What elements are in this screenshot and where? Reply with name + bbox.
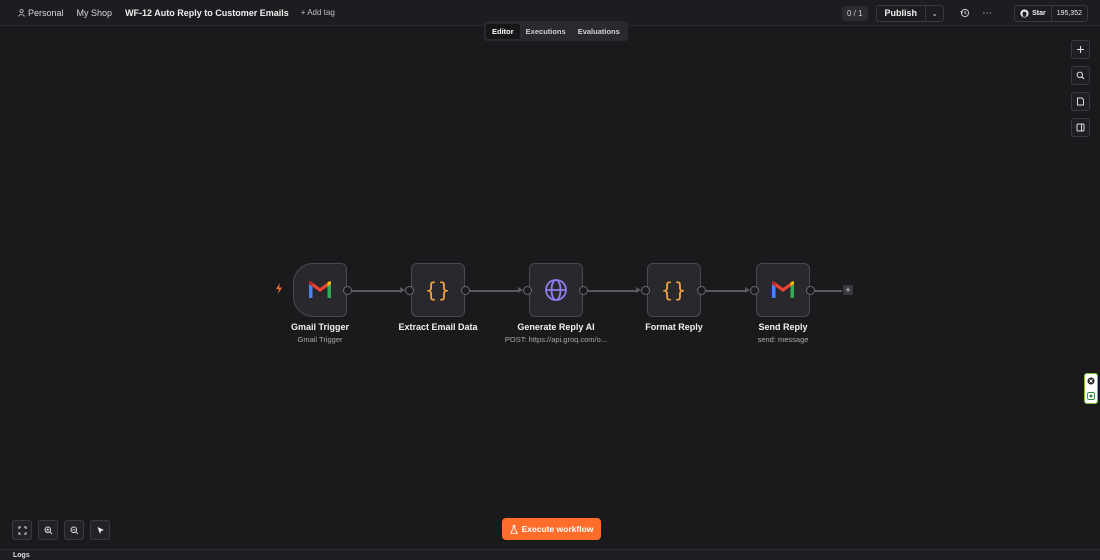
app-window: Personal My Shop WF-12 Auto Reply to Cus… <box>0 0 1100 560</box>
zoom-in-icon <box>44 526 52 534</box>
zoom-out-button[interactable] <box>64 520 84 540</box>
code-braces-icon: {} <box>660 278 688 302</box>
node-title: Send Reply <box>758 322 808 332</box>
output-handle[interactable] <box>343 286 352 295</box>
node-title: Extract Email Data <box>398 322 478 332</box>
top-right-actions: 0 / 1 Publish ⌄ ⋯ Star 195,352 <box>841 0 1100 26</box>
execute-workflow-button[interactable]: Execute workflow <box>502 518 601 540</box>
workflow-name[interactable]: WF-12 Auto Reply to Customer Emails <box>125 8 289 18</box>
node-send-reply[interactable] <box>756 263 810 317</box>
flask-icon <box>509 524 518 534</box>
output-handle[interactable] <box>461 286 470 295</box>
extension-icon <box>1087 391 1095 400</box>
connection-line[interactable] <box>470 290 518 292</box>
github-star[interactable]: Star <box>1015 8 1051 18</box>
logs-panel-header[interactable]: Logs <box>0 549 1100 560</box>
connection-line <box>815 290 842 292</box>
folder-link[interactable]: My Shop <box>77 8 113 18</box>
node-subtitle: Gmail Trigger <box>297 335 343 344</box>
side-widget[interactable] <box>1084 373 1098 404</box>
globe-icon <box>545 279 567 301</box>
add-next-node-plus-icon[interactable]: + <box>843 285 853 295</box>
person-icon <box>18 9 25 17</box>
cursor-icon <box>97 526 104 534</box>
gmail-icon <box>772 281 794 298</box>
version-counter: 0 / 1 <box>841 5 868 21</box>
input-handle[interactable] <box>750 286 759 295</box>
fit-view-icon <box>18 526 26 534</box>
execute-workflow-label: Execute workflow <box>521 524 594 534</box>
input-handle[interactable] <box>523 286 532 295</box>
zoom-in-button[interactable] <box>38 520 58 540</box>
node-format-reply[interactable]: {} <box>647 263 701 317</box>
node-gmail-trigger[interactable] <box>293 263 347 317</box>
publish-chevron-down-icon[interactable]: ⌄ <box>926 9 943 18</box>
github-star-count: 195,352 <box>1050 5 1087 21</box>
publish-button-group: Publish ⌄ <box>875 4 945 22</box>
breadcrumb: Personal My Shop WF-12 Auto Reply to Cus… <box>18 8 335 18</box>
code-braces-icon: {} <box>424 278 452 302</box>
add-tag-button[interactable]: + Add tag <box>301 8 335 17</box>
history-icon[interactable] <box>956 4 974 22</box>
node-title: Gmail Trigger <box>290 322 350 332</box>
node-generate-reply-ai[interactable] <box>529 263 583 317</box>
canvas-controls <box>12 520 110 540</box>
github-star-label: Star <box>1032 9 1046 17</box>
connection-line[interactable] <box>706 290 745 292</box>
connection-line[interactable] <box>588 290 636 292</box>
project-link[interactable]: Personal <box>28 8 64 18</box>
input-handle[interactable] <box>405 286 414 295</box>
close-icon <box>1087 377 1095 385</box>
zoom-out-icon <box>70 526 78 534</box>
node-title: Generate Reply AI <box>517 322 595 332</box>
connection-line[interactable] <box>352 290 400 292</box>
workflow-canvas[interactable]: Gmail Trigger Gmail Trigger {} Extract E… <box>0 27 1100 547</box>
node-subtitle: send: message <box>757 335 809 344</box>
output-handle[interactable] <box>806 286 815 295</box>
gmail-icon <box>309 281 331 298</box>
node-subtitle: POST: https://api.groq.com/o... <box>504 335 608 344</box>
input-handle[interactable] <box>641 286 650 295</box>
select-mode-button[interactable] <box>90 520 110 540</box>
trigger-bolt-icon <box>275 283 283 297</box>
output-handle[interactable] <box>579 286 588 295</box>
fit-view-button[interactable] <box>12 520 32 540</box>
node-extract-email-data[interactable]: {} <box>411 263 465 317</box>
github-star-button[interactable]: Star 195,352 <box>1014 4 1088 22</box>
github-icon <box>1020 8 1029 18</box>
output-handle[interactable] <box>697 286 706 295</box>
more-options-icon[interactable]: ⋯ <box>978 4 996 22</box>
publish-button[interactable]: Publish <box>877 5 927 21</box>
